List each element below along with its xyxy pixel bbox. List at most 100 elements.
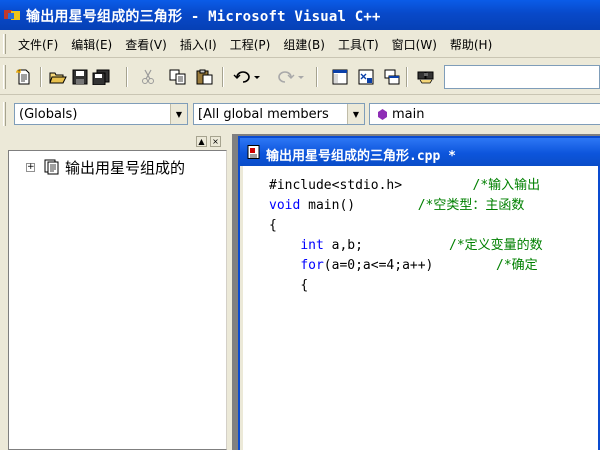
function-icon: [378, 109, 387, 120]
class-scope-combo[interactable]: (Globals) ▼: [14, 103, 188, 125]
standard-toolbar: [0, 59, 600, 95]
window-list-icon: [384, 69, 400, 85]
code-text: #include<stdio.h>: [269, 178, 403, 193]
wizard-bar: (Globals) ▼ [All global members ▼ main: [0, 96, 600, 132]
toolbar-separator: [316, 67, 318, 87]
menu-help[interactable]: 帮助(H): [444, 36, 499, 53]
copy-button[interactable]: [168, 68, 188, 86]
menu-file[interactable]: 文件(F): [12, 36, 65, 53]
window-title: 输出用星号组成的三角形 - Microsoft Visual C++: [26, 9, 381, 25]
find-in-files-icon: [417, 71, 434, 84]
workspace-caption[interactable]: ▲ ×: [8, 134, 227, 150]
function-value: main: [392, 107, 425, 122]
output-button[interactable]: [356, 68, 376, 86]
redo-icon: [278, 71, 304, 83]
code-editor[interactable]: #include<stdio.h> /*输入输出 void main() /*空…: [240, 166, 598, 450]
function-combo[interactable]: main: [369, 103, 600, 125]
code-text: (a=0;a<=4;a++): [323, 258, 434, 273]
chevron-down-icon[interactable]: ▼: [170, 104, 187, 124]
members-filter-value: [All global members: [198, 107, 329, 122]
code-comment: /*定义变量的数: [449, 238, 543, 253]
code-line: void main() /*空类型：主函数: [269, 196, 598, 216]
workspace-pane: ▲ × + 输出用星号组成的: [8, 134, 227, 450]
toolbar-separator: [406, 67, 408, 87]
wizard-bar-grip[interactable]: [3, 102, 6, 126]
document-title-bar[interactable]: 输出用星号组成的三角形.cpp *: [240, 138, 600, 166]
redo-button[interactable]: [276, 68, 306, 86]
menu-window[interactable]: 窗口(W): [386, 36, 444, 53]
save-all-button[interactable]: [91, 68, 111, 86]
code-keyword: for: [300, 258, 324, 273]
menu-tools[interactable]: 工具(T): [332, 36, 386, 53]
classes-folder-icon: [44, 159, 59, 175]
minimize-pane-icon[interactable]: ▲: [196, 136, 207, 147]
open-button[interactable]: [48, 68, 68, 86]
editor-margin: [243, 166, 265, 450]
chevron-down-icon[interactable]: ▼: [347, 104, 364, 124]
class-view-tree[interactable]: + 输出用星号组成的: [8, 150, 227, 450]
code-comment: /*空类型：主函数: [417, 198, 525, 213]
workspace-icon: [332, 69, 348, 85]
toolbar-separator: [222, 67, 224, 87]
mdi-client-area: 输出用星号组成的三角形.cpp * #include<stdio.h> /*输入…: [232, 134, 600, 450]
cut-button[interactable]: [138, 68, 158, 86]
menu-view[interactable]: 查看(V): [119, 36, 174, 53]
app-icon: [4, 10, 20, 20]
code-line: {: [269, 216, 598, 236]
document-window[interactable]: 输出用星号组成的三角形.cpp * #include<stdio.h> /*输入…: [238, 136, 600, 450]
undo-icon: [233, 71, 260, 83]
save-icon: [72, 69, 88, 85]
find-in-files-button[interactable]: [416, 68, 436, 86]
document-title: 输出用星号组成的三角形.cpp *: [266, 149, 456, 164]
code-comment: /*确定: [496, 258, 538, 273]
code-text: {: [300, 278, 309, 293]
output-icon: [358, 69, 374, 85]
code-line: {: [269, 276, 598, 296]
menu-build[interactable]: 组建(B): [277, 36, 332, 53]
menu-insert[interactable]: 插入(I): [174, 36, 224, 53]
paste-icon: [196, 69, 213, 85]
code-text: a,b;: [323, 238, 363, 253]
save-button[interactable]: [70, 68, 90, 86]
code-keyword: int: [300, 238, 324, 253]
copy-icon: [169, 69, 186, 85]
code-line: int a,b; /*定义变量的数: [269, 236, 598, 256]
menu-project[interactable]: 工程(P): [224, 36, 278, 53]
code-line: #include<stdio.h> /*输入输出: [269, 176, 598, 196]
code-text: {: [269, 218, 277, 233]
menu-edit[interactable]: 编辑(E): [65, 36, 119, 53]
toolbar-grip[interactable]: [3, 65, 6, 89]
title-bar[interactable]: 输出用星号组成的三角形 - Microsoft Visual C++: [0, 0, 600, 30]
members-filter-combo[interactable]: [All global members ▼: [193, 103, 365, 125]
find-combo-input[interactable]: [444, 65, 600, 89]
close-pane-icon[interactable]: ×: [210, 136, 221, 147]
window-list-button[interactable]: [382, 68, 402, 86]
undo-button[interactable]: [232, 68, 262, 86]
class-scope-value: (Globals): [19, 107, 78, 122]
new-text-file-icon: [16, 69, 30, 85]
workspace-button[interactable]: [330, 68, 350, 86]
menu-bar: 文件(F) 编辑(E) 查看(V) 插入(I) 工程(P) 组建(B) 工具(T…: [0, 30, 600, 58]
tree-root-label[interactable]: 输出用星号组成的: [65, 157, 185, 178]
new-text-file-button[interactable]: [14, 68, 34, 86]
tree-expand-icon[interactable]: +: [26, 163, 35, 172]
code-keyword: void: [269, 198, 301, 213]
toolbar-separator: [40, 67, 42, 87]
code-text: main(): [300, 198, 356, 213]
toolbar-separator: [126, 67, 128, 87]
code-comment: /*输入输出: [472, 178, 541, 193]
code-line: for(a=0;a<=4;a++) /*确定: [269, 256, 598, 276]
paste-button[interactable]: [195, 68, 215, 86]
open-icon: [49, 72, 67, 84]
cut-icon: [142, 69, 154, 84]
save-all-icon: [92, 69, 110, 85]
cpp-file-icon: [247, 145, 260, 159]
menu-bar-grip[interactable]: [3, 34, 6, 54]
